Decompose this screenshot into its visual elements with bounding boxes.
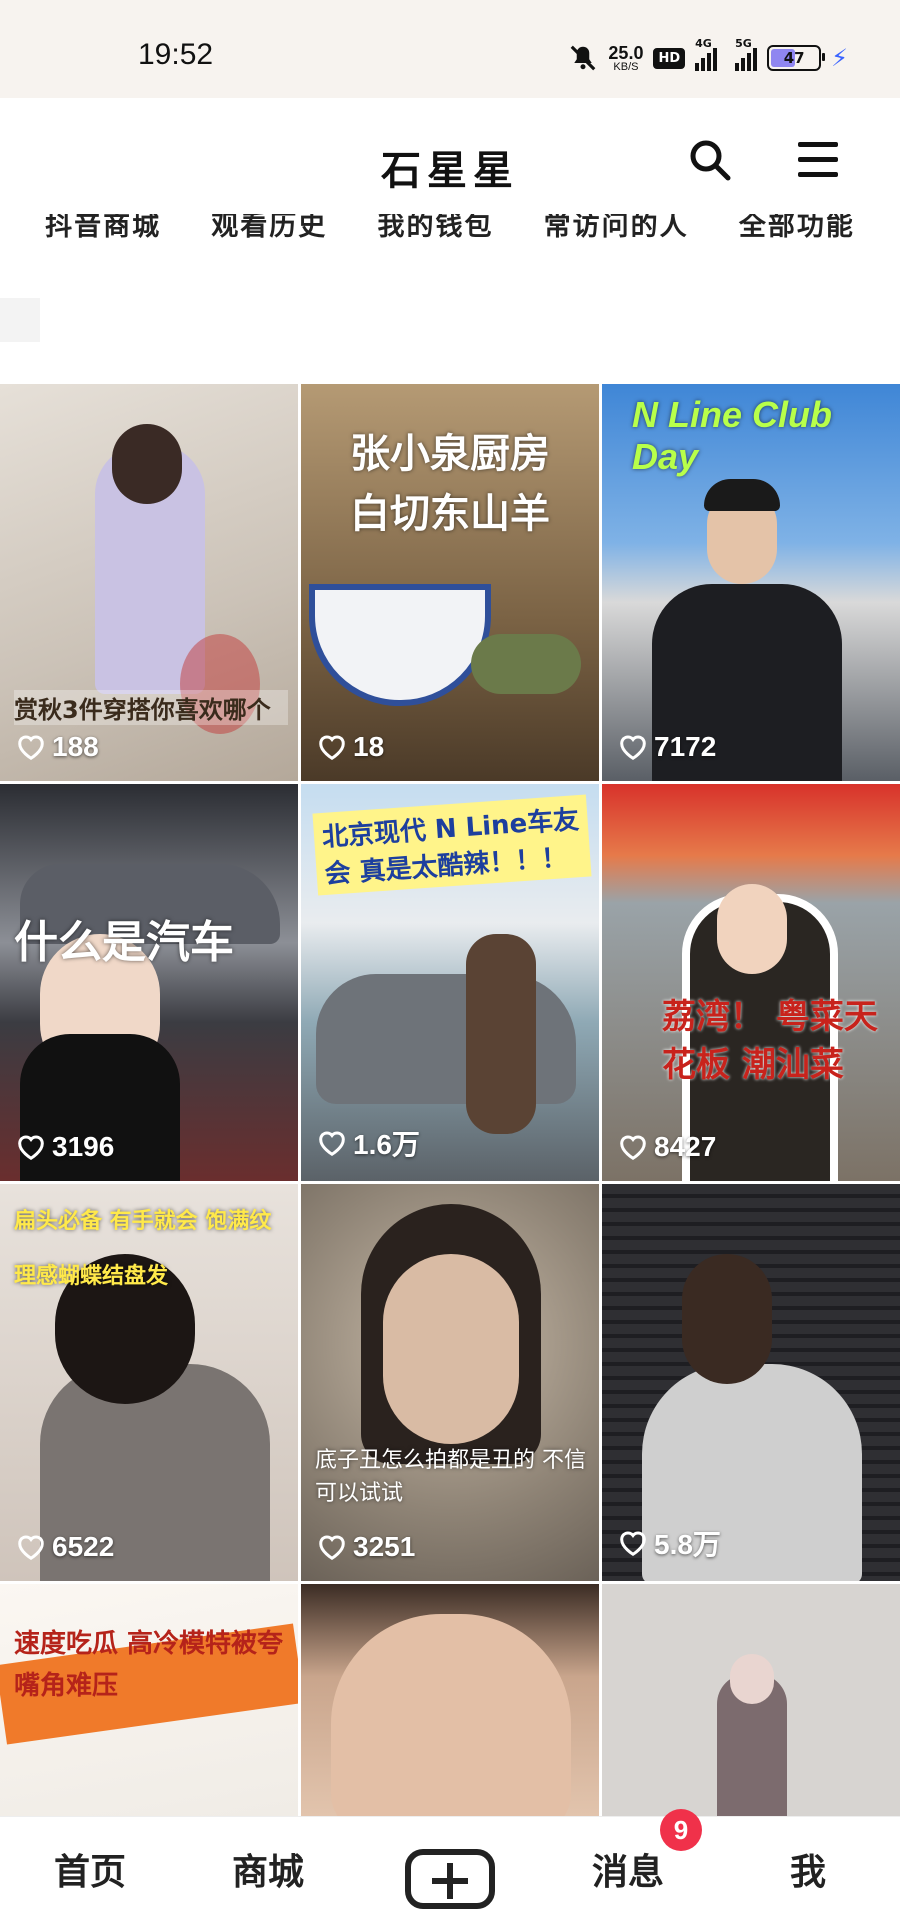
video-card[interactable] xyxy=(602,1584,900,1816)
video-caption: 荔湾！ 粤菜天花板 潮汕菜 xyxy=(662,997,878,1085)
video-card[interactable] xyxy=(301,1584,599,1816)
profile-header: 石星星 xyxy=(0,98,900,218)
heart-icon xyxy=(620,1135,646,1161)
video-card[interactable]: 什么是汽车 最豪华的配置 3196 xyxy=(0,784,298,1181)
quick-link-history[interactable]: 观看历史 xyxy=(211,214,327,246)
like-count-value: 1.6万 xyxy=(353,1129,420,1160)
like-count-value: 188 xyxy=(52,731,99,762)
heart-icon xyxy=(319,735,345,761)
like-count-value: 18 xyxy=(353,731,385,762)
video-card[interactable]: 速度吃瓜 高冷模特被夸 嘴角难压 xyxy=(0,1584,298,1816)
like-count-value: 7172 xyxy=(654,731,717,762)
status-bar: 19:52 25.0 KB/S HD 4G 5G 47 ⚡ xyxy=(0,0,900,98)
heart-icon xyxy=(18,735,44,761)
heart-icon xyxy=(319,1131,345,1157)
signal-5g-icon: 5G xyxy=(735,37,758,71)
video-thumbnail xyxy=(602,784,900,1181)
nav-me[interactable]: 我 xyxy=(790,1843,826,1895)
video-card[interactable]: 扁头必备 有手就会 饱满纹理感蝴蝶结盘发 6522 xyxy=(0,1184,298,1581)
video-card[interactable]: 5.8万 xyxy=(602,1184,900,1581)
charging-icon: ⚡ xyxy=(831,44,848,72)
video-caption: 底子丑怎么拍都是丑的 不信可以试试 xyxy=(315,1448,586,1506)
heart-icon xyxy=(620,1531,646,1557)
like-count-value: 3196 xyxy=(52,1131,115,1162)
quick-link-frequent[interactable]: 常访问的人 xyxy=(544,214,689,246)
video-caption: 速度吃瓜 高冷模特被夸 嘴角难压 xyxy=(14,1629,284,1701)
video-caption: 什么是汽车 最豪华的配置 xyxy=(14,917,234,968)
video-card[interactable]: 荔湾！ 粤菜天花板 潮汕菜 8427 xyxy=(602,784,900,1181)
nav-home[interactable]: 首页 xyxy=(54,1843,126,1895)
like-count: 8427 xyxy=(618,1131,716,1163)
hd-badge: HD xyxy=(653,47,686,69)
heart-icon xyxy=(620,735,646,761)
like-count: 1.6万 xyxy=(317,1123,420,1163)
video-caption: 赏秋3件穿搭你喜欢哪个 xyxy=(14,690,288,725)
like-count-value: 8427 xyxy=(654,1131,717,1162)
menu-icon[interactable] xyxy=(798,142,838,178)
battery-level: 47 xyxy=(783,49,805,67)
nav-mall[interactable]: 商城 xyxy=(232,1843,304,1895)
create-post-button[interactable] xyxy=(405,1849,495,1909)
video-card[interactable]: 张小泉厨房 白切东山羊 18 xyxy=(301,384,599,781)
video-caption: N Line Club Day xyxy=(632,394,832,477)
video-thumbnail xyxy=(301,1584,599,1816)
heart-icon xyxy=(319,1535,345,1561)
video-card[interactable]: 底子丑怎么拍都是丑的 不信可以试试 3251 xyxy=(301,1184,599,1581)
network-speed: 25.0 KB/S xyxy=(608,44,643,73)
network-type-1: 4G xyxy=(695,37,712,50)
nav-messages[interactable]: 消息 xyxy=(592,1843,664,1895)
heart-icon xyxy=(18,1535,44,1561)
video-card[interactable]: N Line Club Day 7172 xyxy=(602,384,900,781)
like-count-value: 5.8万 xyxy=(654,1529,721,1560)
quick-links: 抖音商城 观看历史 我的钱包 常访问的人 全部功能 xyxy=(0,214,900,246)
search-icon[interactable] xyxy=(688,138,732,182)
like-count: 5.8万 xyxy=(618,1523,721,1563)
like-count: 3251 xyxy=(317,1531,415,1563)
quick-link-mall[interactable]: 抖音商城 xyxy=(45,214,161,246)
like-count: 7172 xyxy=(618,731,716,763)
signal-4g-icon: 4G xyxy=(695,37,718,71)
video-card[interactable]: 北京现代 N Line车友会 真是太酷辣！！！ 1.6万 xyxy=(301,784,599,1181)
bottom-nav: 首页 商城 消息 9 我 xyxy=(0,1809,900,1909)
like-count-value: 3251 xyxy=(353,1531,416,1562)
like-count: 18 xyxy=(317,731,384,763)
speed-value: 25.0 xyxy=(608,42,644,63)
battery-icon: 47 xyxy=(767,45,826,71)
video-caption: 张小泉厨房 白切东山羊 xyxy=(350,430,550,537)
mute-bell-icon xyxy=(571,45,596,71)
video-caption: 扁头必备 有手就会 饱满纹理感蝴蝶结盘发 xyxy=(14,1209,272,1289)
quick-link-wallet[interactable]: 我的钱包 xyxy=(377,214,493,246)
like-count: 6522 xyxy=(16,1531,114,1563)
network-type-2: 5G xyxy=(735,37,752,50)
video-thumbnail xyxy=(301,1184,599,1581)
video-card[interactable]: 赏秋3件穿搭你喜欢哪个 188 xyxy=(0,384,298,781)
page-title: 石星星 xyxy=(381,147,519,194)
heart-icon xyxy=(18,1135,44,1161)
speed-unit: KB/S xyxy=(613,60,639,73)
status-icons: 25.0 KB/S HD 4G 5G 47 ⚡ xyxy=(568,37,848,76)
clock: 19:52 xyxy=(138,38,214,71)
like-count-value: 6522 xyxy=(52,1531,115,1562)
like-count: 188 xyxy=(16,731,99,763)
video-thumbnail xyxy=(602,1184,900,1581)
tab-stub xyxy=(0,298,40,342)
quick-link-all-features[interactable]: 全部功能 xyxy=(739,214,855,246)
video-thumbnail xyxy=(602,1584,900,1816)
like-count: 3196 xyxy=(16,1131,114,1163)
messages-badge: 9 xyxy=(660,1809,702,1851)
